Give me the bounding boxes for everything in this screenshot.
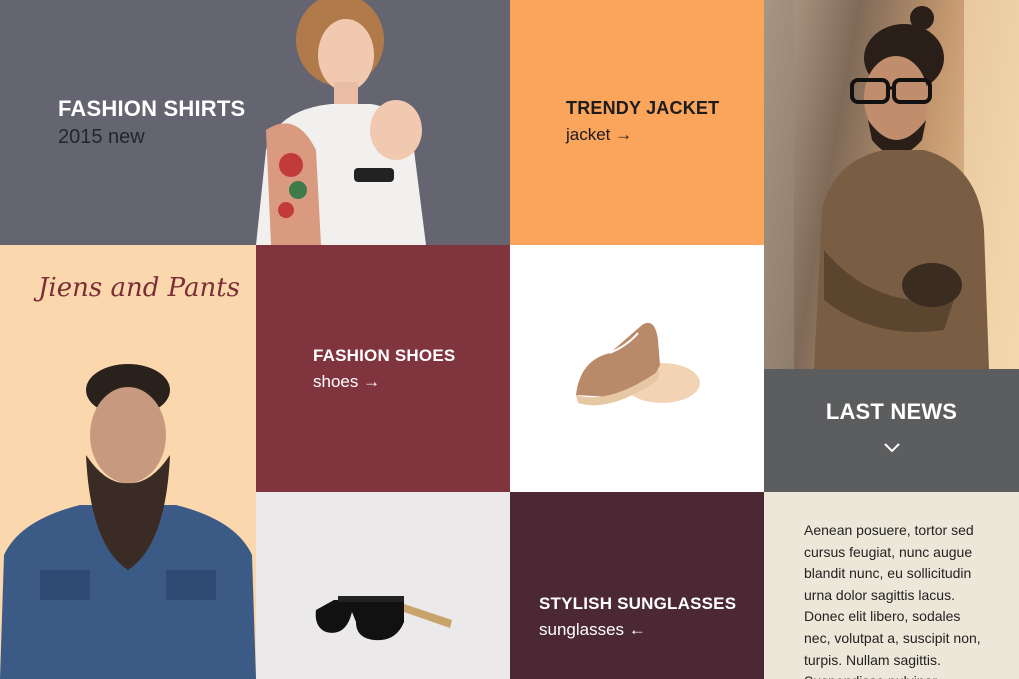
chevron-down-icon[interactable] [883, 441, 901, 453]
tile-fashion-shoes[interactable]: FASHION SHOES shoes → [256, 245, 510, 492]
sunglasses-text: STYLISH SUNGLASSES sunglasses ← [539, 594, 736, 640]
last-news-title: LAST NEWS [825, 399, 958, 424]
jacket-text: TRENDY JACKET jacket → [566, 98, 719, 145]
tile-stylish-sunglasses[interactable]: STYLISH SUNGLASSES sunglasses ← [510, 492, 764, 679]
man-glasses-illustration [764, 0, 1019, 369]
shirts-text: FASHION SHIRTS 2015 new [58, 96, 245, 149]
sunglasses-illustration [315, 596, 452, 641]
boat-shoe-photo [510, 245, 764, 492]
tile-fashion-shirts[interactable]: FASHION SHIRTS 2015 new [0, 0, 510, 245]
sunglasses-title: STYLISH SUNGLASSES [539, 594, 737, 613]
jacket-link[interactable]: jacket → [566, 125, 719, 145]
tile-news-text: Aenean posuere, tortor sed cursus feugia… [764, 492, 1019, 679]
bearded-man-photo [0, 364, 256, 679]
jiens-script-title: Jiens and Pants [38, 273, 240, 303]
tile-trendy-jacket[interactable]: TRENDY JACKET jacket → [510, 0, 764, 245]
news-body: Aenean posuere, tortor sed cursus feugia… [804, 522, 981, 679]
shoes-title: FASHION SHOES [313, 346, 456, 365]
sunglasses-link[interactable]: sunglasses ← [539, 620, 736, 640]
tile-last-news[interactable]: LAST NEWS [764, 369, 1019, 492]
sunglasses-photo [256, 492, 510, 679]
man-in-tweed-jacket-photo [764, 0, 1019, 369]
tile-jiens-and-pants[interactable]: Jiens and Pants [0, 245, 256, 679]
shoes-text: FASHION SHOES shoes → [313, 346, 455, 392]
shirts-subtitle: 2015 new [58, 126, 145, 148]
jacket-title: TRENDY JACKET [566, 98, 720, 118]
woman-model-photo [236, 0, 446, 245]
shoes-link[interactable]: shoes → [313, 372, 455, 392]
shirts-title: FASHION SHIRTS [58, 96, 246, 121]
boat-shoe-illustration [576, 322, 700, 406]
